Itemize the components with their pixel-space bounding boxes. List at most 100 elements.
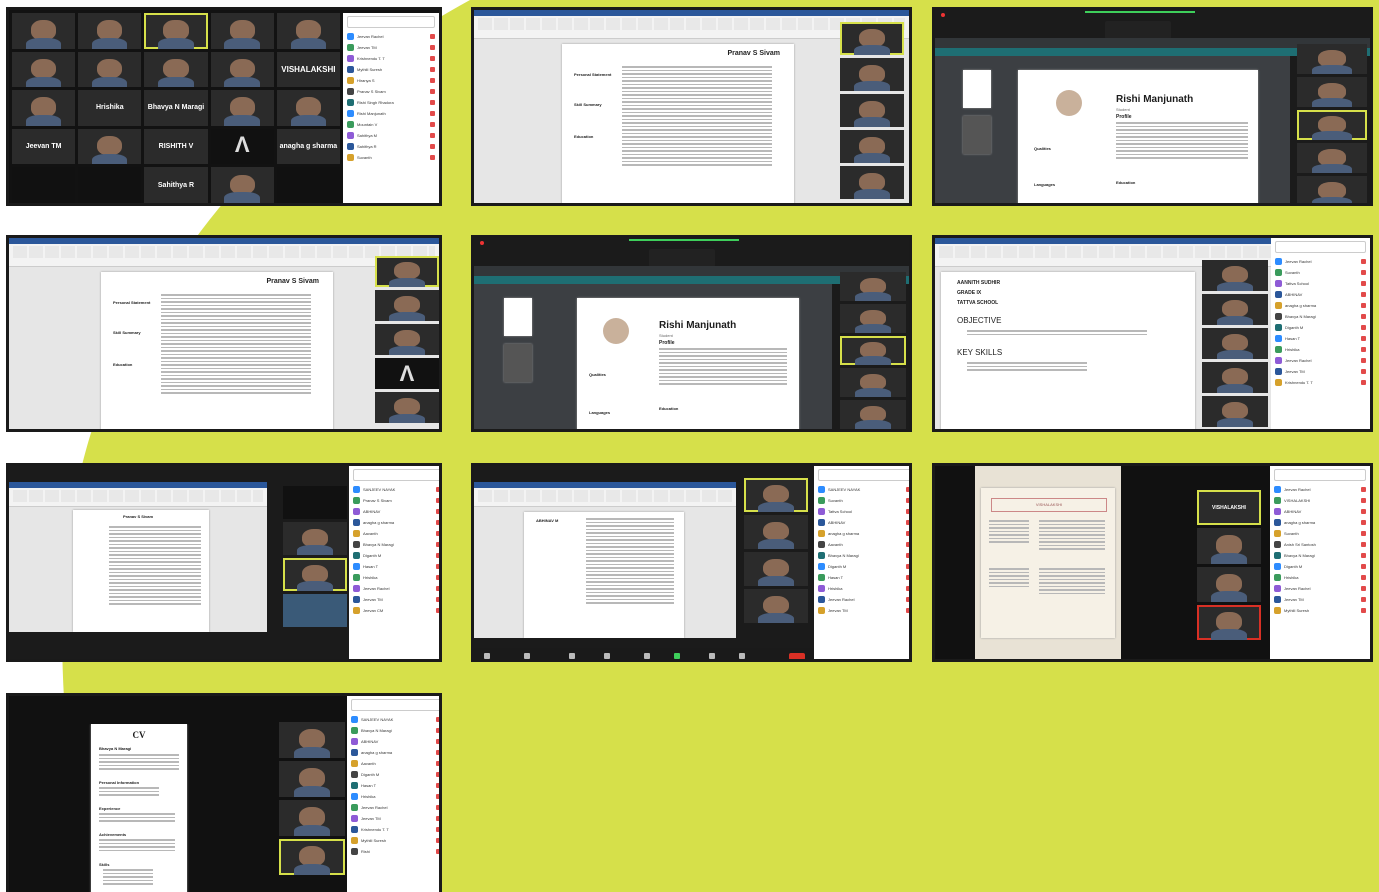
- participant-row[interactable]: anagha g sharma: [347, 747, 439, 758]
- muted-mic-icon[interactable]: [436, 794, 439, 799]
- video-tile[interactable]: [840, 166, 904, 199]
- participant-row[interactable]: Jeevan TM: [349, 594, 439, 605]
- video-tile[interactable]: [840, 304, 906, 333]
- muted-mic-icon[interactable]: [430, 155, 435, 160]
- participant-row[interactable]: Diganth M: [347, 769, 439, 780]
- muted-mic-icon[interactable]: [436, 750, 439, 755]
- muted-mic-icon[interactable]: [436, 487, 439, 492]
- participant-row[interactable]: anagha g sharma: [814, 528, 909, 539]
- participant-row[interactable]: Hrishika: [347, 791, 439, 802]
- video-tile-name[interactable]: Hrishika: [78, 90, 142, 126]
- muted-mic-icon[interactable]: [1361, 553, 1366, 558]
- participant-row[interactable]: Rishi Singh Rhadora: [343, 97, 439, 108]
- participant-row[interactable]: Bhavya N Maragi: [1271, 311, 1370, 322]
- more-icon[interactable]: [739, 653, 745, 659]
- participant-row[interactable]: Suvanth: [1271, 267, 1370, 278]
- video-tile[interactable]: [210, 90, 274, 126]
- muted-mic-icon[interactable]: [436, 728, 439, 733]
- video-tile[interactable]: [744, 589, 808, 623]
- video-tile[interactable]: [840, 336, 906, 365]
- video-tile[interactable]: [12, 51, 76, 88]
- muted-mic-icon[interactable]: [436, 531, 439, 536]
- participant-row[interactable]: Jeevan CM: [349, 605, 439, 616]
- participant-row[interactable]: Bhavya N Maragi: [347, 725, 439, 736]
- muted-mic-icon[interactable]: [1361, 498, 1366, 503]
- video-tile[interactable]: [1202, 396, 1268, 427]
- video-tile[interactable]: [744, 515, 808, 549]
- participant-row[interactable]: Suvanth: [1270, 528, 1370, 539]
- participant-row[interactable]: Krishnendu T. T: [1271, 377, 1370, 388]
- participant-row[interactable]: Krishnendu T. T: [347, 824, 439, 835]
- muted-mic-icon[interactable]: [436, 608, 439, 613]
- muted-mic-icon[interactable]: [436, 849, 439, 854]
- muted-mic-icon[interactable]: [430, 111, 435, 116]
- muted-mic-icon[interactable]: [436, 553, 439, 558]
- participant-row[interactable]: Jeevan Rachel: [1271, 256, 1370, 267]
- participant-row[interactable]: Pranav S Sivam: [343, 86, 439, 97]
- muted-mic-icon[interactable]: [430, 133, 435, 138]
- participants-icon[interactable]: [604, 653, 610, 659]
- video-tile[interactable]: [1197, 528, 1261, 564]
- participant-row[interactable]: Jeevan TM: [347, 813, 439, 824]
- video-tile-name[interactable]: VISHALAKSHI: [1197, 490, 1261, 526]
- participant-row[interactable]: Jeevan Rachel: [1271, 355, 1370, 366]
- participant-row[interactable]: Jeevan Rachel: [343, 31, 439, 42]
- muted-mic-icon[interactable]: [1361, 270, 1366, 275]
- participant-row[interactable]: Jeevan Rachel: [347, 802, 439, 813]
- participant-row[interactable]: Tattva School: [1271, 278, 1370, 289]
- participant-row[interactable]: Jeevan TM: [1271, 366, 1370, 377]
- video-tile[interactable]: [1297, 110, 1367, 140]
- video-tile[interactable]: [840, 130, 904, 163]
- video-tile[interactable]: [840, 94, 904, 127]
- participant-row[interactable]: Diganth M: [814, 561, 909, 572]
- muted-mic-icon[interactable]: [436, 575, 439, 580]
- muted-mic-icon[interactable]: [436, 772, 439, 777]
- participant-row[interactable]: Rishi Manjunath: [343, 108, 439, 119]
- end-meeting-button[interactable]: [789, 653, 805, 659]
- muted-mic-icon[interactable]: [430, 122, 435, 127]
- muted-mic-icon[interactable]: [1361, 520, 1366, 525]
- muted-mic-icon[interactable]: [1361, 347, 1366, 352]
- video-tile[interactable]: [1297, 143, 1367, 173]
- video-tile[interactable]: [1197, 566, 1261, 602]
- muted-mic-icon[interactable]: [1361, 303, 1366, 308]
- participant-row[interactable]: Jeevan TM: [343, 42, 439, 53]
- muted-mic-icon[interactable]: [436, 509, 439, 514]
- muted-mic-icon[interactable]: [436, 827, 439, 832]
- muted-mic-icon[interactable]: [436, 761, 439, 766]
- participant-row[interactable]: Suvanth: [814, 495, 909, 506]
- video-tile[interactable]: [1297, 176, 1367, 203]
- pdf-thumbnail[interactable]: [504, 298, 532, 336]
- muted-mic-icon[interactable]: [906, 575, 909, 580]
- participant-row[interactable]: Diganth M: [349, 550, 439, 561]
- muted-mic-icon[interactable]: [430, 78, 435, 83]
- video-tile[interactable]: [283, 594, 347, 627]
- video-tile[interactable]: [279, 761, 345, 797]
- participant-row[interactable]: anagha g sharma: [1270, 517, 1370, 528]
- muted-mic-icon[interactable]: [1361, 487, 1366, 492]
- muted-mic-icon[interactable]: [1361, 380, 1366, 385]
- muted-mic-icon[interactable]: [1361, 358, 1366, 363]
- muted-mic-icon[interactable]: [906, 553, 909, 558]
- muted-mic-icon[interactable]: [906, 586, 909, 591]
- muted-mic-icon[interactable]: [1361, 509, 1366, 514]
- participant-row[interactable]: Hrishika: [349, 572, 439, 583]
- participant-row[interactable]: Jeevan Rachel: [1270, 484, 1370, 495]
- muted-mic-icon[interactable]: [430, 89, 435, 94]
- participant-row[interactable]: Rishi: [347, 846, 439, 857]
- participant-row[interactable]: Sahithya R: [343, 141, 439, 152]
- participant-row[interactable]: Jeevan Rachel: [1270, 583, 1370, 594]
- participant-row[interactable]: Tattva School: [814, 506, 909, 517]
- video-tile[interactable]: [210, 13, 274, 49]
- video-tile[interactable]: [279, 839, 345, 875]
- security-icon[interactable]: [569, 653, 575, 659]
- video-tile[interactable]: [276, 90, 340, 126]
- participant-row[interactable]: Hiranya S: [343, 75, 439, 86]
- muted-mic-icon[interactable]: [430, 100, 435, 105]
- pdf-thumbnail[interactable]: [963, 70, 991, 108]
- participant-row[interactable]: Jeevan Rachel: [349, 583, 439, 594]
- participant-row[interactable]: SANJEEV NAYAK: [814, 484, 909, 495]
- participant-row[interactable]: Jeevan Rachel: [814, 594, 909, 605]
- participant-row[interactable]: VISHALAKSHI: [1270, 495, 1370, 506]
- participants-search-input[interactable]: [1274, 469, 1366, 481]
